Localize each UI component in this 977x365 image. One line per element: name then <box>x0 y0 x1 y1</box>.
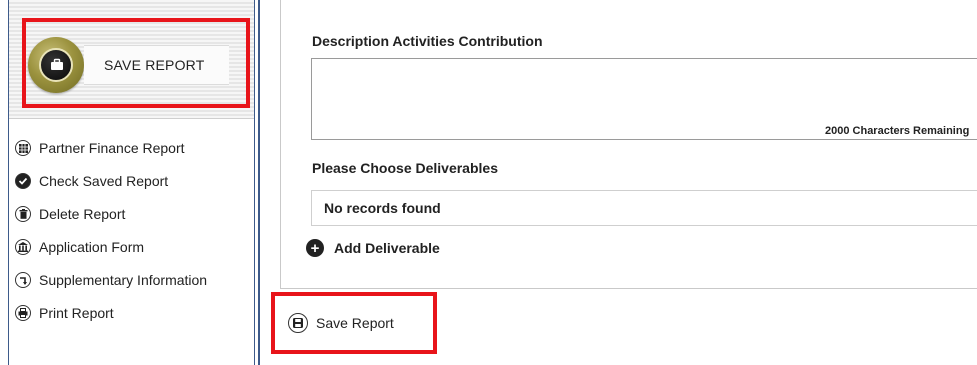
add-deliverable-label: Add Deliverable <box>334 240 440 256</box>
table-icon <box>15 140 31 156</box>
sidebar-item-label: Delete Report <box>39 206 126 222</box>
sidebar-item-check-saved-report[interactable]: Check Saved Report <box>15 170 168 192</box>
sidebar-item-label: Partner Finance Report <box>39 140 185 156</box>
banner-label-box: SAVE REPORT <box>84 45 229 85</box>
sidebar: SAVE REPORT Partner Finance Report Check… <box>8 0 255 365</box>
sidebar-item-delete-report[interactable]: Delete Report <box>15 203 125 225</box>
sidebar-item-supplementary-information[interactable]: Supplementary Information <box>15 269 207 291</box>
save-report-button[interactable]: Save Report <box>288 310 394 336</box>
no-records-text: No records found <box>324 200 441 216</box>
printer-icon <box>15 305 31 321</box>
save-icon <box>288 313 308 333</box>
check-circle-icon <box>15 173 31 189</box>
sidebar-item-label: Check Saved Report <box>39 173 169 189</box>
building-icon <box>15 239 31 255</box>
sidebar-item-partner-finance-report[interactable]: Partner Finance Report <box>15 137 185 159</box>
deliverables-list: No records found <box>311 190 977 226</box>
characters-remaining: 2000 Characters Remaining <box>825 125 970 137</box>
save-report-label: Save Report <box>316 315 394 331</box>
corner-arrow-icon <box>15 272 31 288</box>
save-report-banner[interactable]: SAVE REPORT <box>9 0 254 119</box>
sidebar-item-label: Print Report <box>39 305 114 321</box>
sidebar-item-label: Application Form <box>39 239 145 255</box>
trash-icon <box>15 206 31 222</box>
content-divider <box>258 0 260 365</box>
add-deliverable-button[interactable]: + Add Deliverable <box>306 237 440 259</box>
deliverables-label: Please Choose Deliverables <box>312 160 498 176</box>
sidebar-item-print-report[interactable]: Print Report <box>15 302 114 324</box>
description-label: Description Activities Contribution <box>312 33 543 49</box>
banner-label: SAVE REPORT <box>104 57 205 73</box>
plus-circle-icon: + <box>306 239 324 257</box>
briefcase-icon <box>28 37 84 93</box>
sidebar-item-label: Supplementary Information <box>39 272 208 288</box>
sidebar-item-application-form[interactable]: Application Form <box>15 236 144 258</box>
